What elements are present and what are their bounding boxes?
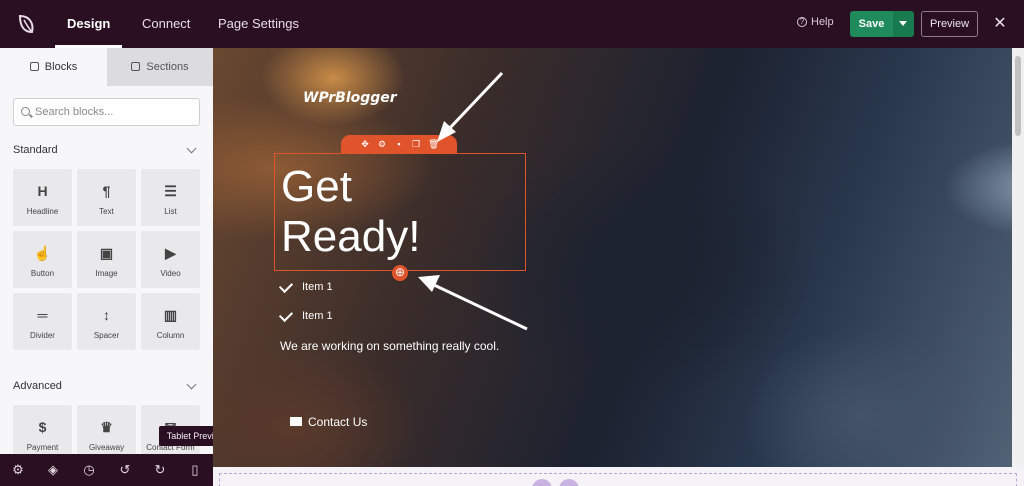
- block-label: Payment: [26, 443, 59, 452]
- block-label: Headline: [26, 207, 59, 216]
- block-label: Spacer: [93, 331, 120, 340]
- spacer-icon: ↕: [103, 307, 110, 323]
- block-label: Giveaway: [88, 443, 125, 452]
- block-label: Image: [95, 269, 118, 278]
- subtext[interactable]: We are working on something really cool.: [280, 339, 499, 353]
- settings-icon[interactable]: ⚙: [10, 462, 26, 478]
- block-list[interactable]: ☰ List: [141, 169, 200, 226]
- envelope-icon: [290, 417, 302, 426]
- redo-icon[interactable]: ↻: [152, 462, 168, 478]
- search-blocks: [13, 98, 200, 126]
- block-button[interactable]: ☝ Button: [13, 231, 72, 288]
- tablet-preview-icon[interactable]: ▯: [187, 462, 203, 478]
- tab-sections-label: Sections: [146, 61, 189, 73]
- history-icon[interactable]: ◷: [81, 462, 97, 478]
- close-icon[interactable]: ✕: [992, 14, 1008, 34]
- divider-icon: ═: [37, 307, 48, 323]
- headline-icon: H: [37, 183, 48, 199]
- list-icon: ☰: [164, 183, 177, 199]
- trash-icon[interactable]: 🗑: [428, 139, 439, 149]
- search-input[interactable]: [35, 99, 195, 125]
- sidebar: Blocks Sections Standard H Headline ¶ Te…: [0, 48, 213, 454]
- heading-text[interactable]: Get Ready!: [281, 162, 521, 262]
- site-logo-text[interactable]: WPrBlogger: [303, 90, 397, 106]
- block-toolbar: ✥ ⚙ ▪ ❐ 🗑: [341, 135, 457, 154]
- add-section-strip[interactable]: [213, 467, 1024, 486]
- dropzone-outline: [219, 473, 1017, 486]
- seedprod-logo-icon: [18, 14, 34, 34]
- chevron-down-icon[interactable]: [186, 143, 197, 154]
- block-label: List: [164, 207, 177, 216]
- block-label: Column: [156, 331, 185, 340]
- block-spacer[interactable]: ↕ Spacer: [77, 293, 136, 350]
- heading-line-2: Ready!: [281, 212, 421, 261]
- block-label: Text: [99, 207, 114, 216]
- tab-design[interactable]: Design: [54, 0, 123, 48]
- tab-sections[interactable]: Sections: [107, 48, 213, 86]
- bottom-toolbar: ⚙ ◈ ◷ ↺ ↻ ▯: [0, 454, 213, 486]
- paragraph-icon: ¶: [102, 183, 111, 199]
- giveaway-icon: ♛: [100, 419, 113, 435]
- block-text[interactable]: ¶ Text: [77, 169, 136, 226]
- tab-page-settings[interactable]: Page Settings: [218, 0, 299, 48]
- group-title-standard: Standard: [13, 144, 58, 156]
- image-icon: ▣: [99, 245, 114, 261]
- scrollbar-thumb[interactable]: [1015, 56, 1021, 136]
- group-title-advanced: Advanced: [13, 380, 62, 392]
- block-column[interactable]: ▥ Column: [141, 293, 200, 350]
- add-block-below-icon[interactable]: ⊕: [392, 265, 408, 281]
- save-options-dropdown[interactable]: [893, 11, 914, 37]
- block-payment[interactable]: $ Payment: [13, 405, 72, 454]
- sections-icon: [131, 62, 141, 71]
- block-divider[interactable]: ═ Divider: [13, 293, 72, 350]
- block-image[interactable]: ▣ Image: [77, 231, 136, 288]
- block-label: Button: [30, 269, 55, 278]
- list-item-text: Item 1: [302, 281, 333, 293]
- block-video[interactable]: ▶ Video: [141, 231, 200, 288]
- move-icon[interactable]: ✥: [360, 139, 370, 149]
- layers-icon[interactable]: ◈: [45, 462, 61, 478]
- canvas-scrollbar[interactable]: [1012, 48, 1024, 467]
- save-button[interactable]: Save: [850, 11, 893, 37]
- contact-us-link[interactable]: Contact Us: [290, 415, 367, 429]
- tab-blocks[interactable]: Blocks: [0, 48, 107, 86]
- help-link[interactable]: ? Help: [797, 16, 834, 28]
- undo-icon[interactable]: ↺: [117, 462, 133, 478]
- block-giveaway[interactable]: ♛ Giveaway: [77, 405, 136, 454]
- search-icon: [21, 107, 30, 116]
- save-icon[interactable]: ▪: [394, 139, 404, 149]
- video-icon: ▶: [165, 245, 176, 261]
- block-headline[interactable]: H Headline: [13, 169, 72, 226]
- pointer-icon: ☝: [33, 245, 52, 261]
- contact-label: Contact Us: [308, 415, 368, 429]
- top-bar: Design Connect Page Settings ? Help Save…: [0, 0, 1024, 48]
- block-label: Divider: [30, 331, 55, 340]
- tab-blocks-label: Blocks: [44, 61, 78, 73]
- heading-line-1: Get: [281, 162, 352, 211]
- preview-button[interactable]: Preview: [921, 11, 978, 37]
- help-icon: ?: [797, 17, 807, 27]
- duplicate-icon[interactable]: ❐: [411, 139, 421, 149]
- column-icon: ▥: [163, 307, 178, 323]
- blocks-icon: [29, 62, 39, 71]
- payment-icon: $: [38, 419, 47, 435]
- block-label: Video: [160, 269, 181, 278]
- gear-icon[interactable]: ⚙: [377, 139, 387, 149]
- help-label: Help: [811, 16, 834, 28]
- tab-connect[interactable]: Connect: [142, 0, 190, 48]
- chevron-down-icon[interactable]: [186, 379, 197, 390]
- list-item-text: Item 1: [302, 310, 333, 322]
